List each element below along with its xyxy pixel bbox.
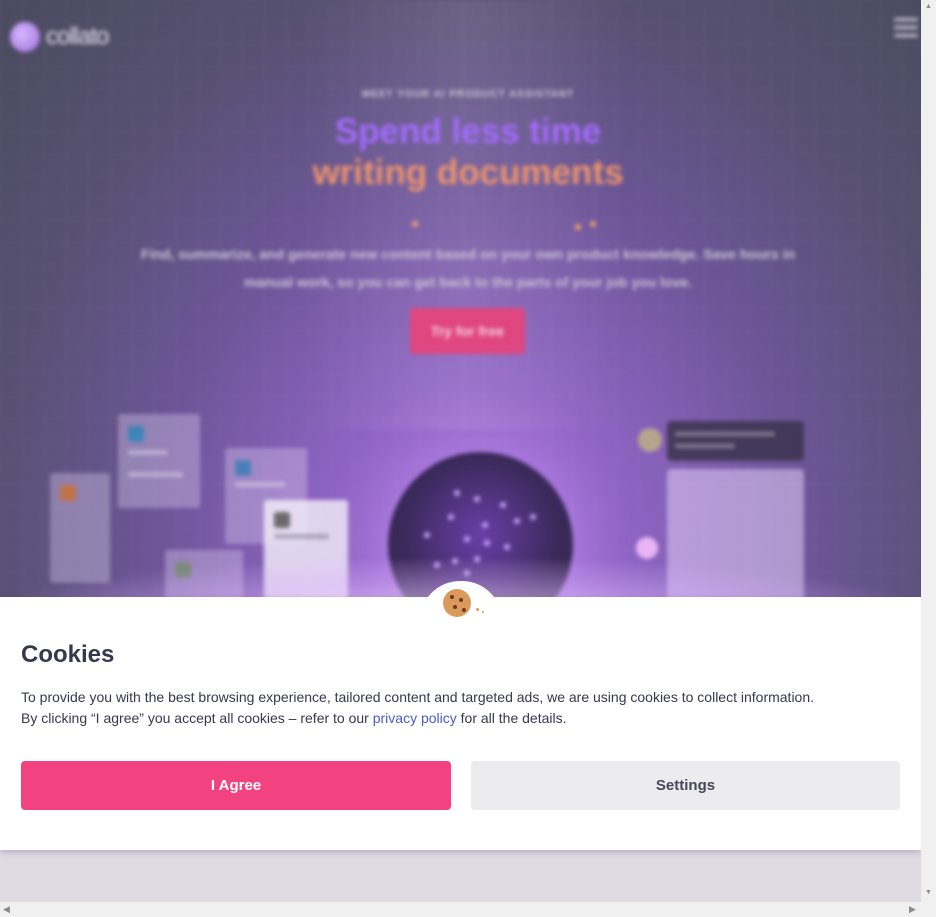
cookie-text-part: for all the details. [456,710,567,726]
chat-text-line [675,444,735,448]
logo-mark-icon [10,22,40,52]
try-for-free-button[interactable]: Try for free [410,308,525,354]
hero-headline-line1: Spend less time [334,112,602,151]
i-agree-button[interactable]: I Agree [21,761,451,810]
scrollbar-corner [921,902,936,917]
browser-viewport: collato MEET YOUR AI PRODUCT ASSISTANT S… [0,0,921,902]
scroll-down-arrow-icon[interactable]: ▼ [925,889,932,896]
horizontal-scrollbar[interactable]: ◀ ▶ [0,902,921,917]
app-icon [235,460,251,476]
hero-subtitle: Find, summarize, and generate new conten… [80,240,856,296]
cookie-crumb [476,608,479,611]
scroll-left-arrow-icon[interactable]: ◀ [3,904,10,915]
floating-card [118,414,200,508]
cookie-text-line2: By clicking “I agree” you accept all coo… [21,708,901,729]
app-icon [60,485,76,501]
hero-eyebrow: MEET YOUR AI PRODUCT ASSISTANT [361,89,575,100]
card-text-line [128,450,168,455]
cookie-text-part: By clicking “I agree” you accept all coo… [21,710,373,726]
site-logo[interactable]: collato [10,22,109,52]
card-text-line [274,534,329,539]
cookie-settings-button[interactable]: Settings [471,761,900,810]
hero-section: collato MEET YOUR AI PRODUCT ASSISTANT S… [0,0,921,597]
hero-light-beam [300,0,630,430]
sparkle-icon [636,537,658,559]
hero-subtitle-line1: Find, summarize, and generate new conten… [140,246,796,262]
hero-blurred-content: collato MEET YOUR AI PRODUCT ASSISTANT S… [0,0,921,597]
cookie-text-line1: To provide you with the best browsing ex… [21,689,815,705]
app-icon [274,512,290,528]
scroll-up-arrow-icon[interactable]: ▲ [925,3,932,10]
card-text-line [235,482,285,487]
privacy-policy-link[interactable]: privacy policy [373,710,457,726]
chat-bubble [667,421,804,461]
vertical-scrollbar[interactable]: ▲ ▼ [921,0,936,902]
logo-text: collato [46,23,109,50]
chat-text-line [675,432,775,436]
sparkle-icon [590,221,596,227]
sparkle-icon [412,221,418,227]
hero-headline-line2: writing documents [312,153,624,192]
cookie-icon [443,589,471,617]
sparkle-icon [575,224,581,230]
cookie-crumb [482,611,484,613]
card-text-line [128,472,183,477]
cookie-title: Cookies [21,641,115,668]
hamburger-menu-icon[interactable] [894,18,918,40]
cookie-description: To provide you with the best browsing ex… [21,687,901,729]
hero-subtitle-line2: manual work, so you can get back to the … [243,274,693,290]
avatar [638,428,662,452]
cookie-consent-banner: Cookies To provide you with the best bro… [0,581,921,850]
scroll-right-arrow-icon[interactable]: ▶ [909,904,916,915]
app-icon [128,426,144,442]
